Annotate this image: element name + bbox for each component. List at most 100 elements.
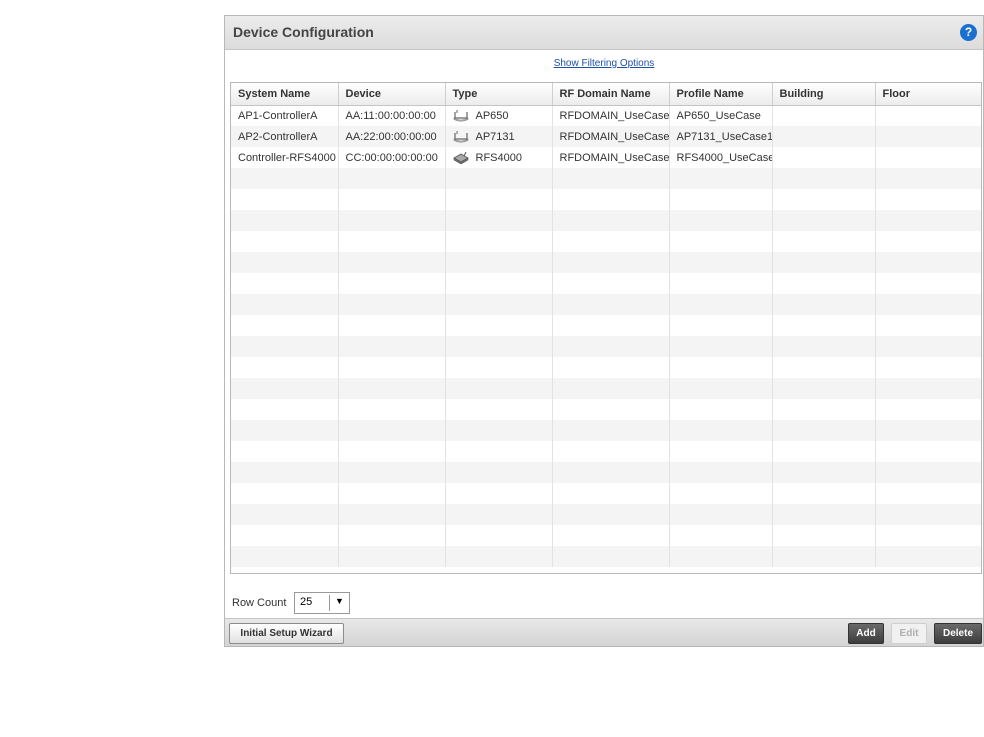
empty-cell xyxy=(445,483,553,504)
empty-cell xyxy=(552,273,670,294)
empty-cell xyxy=(338,546,446,567)
table-row[interactable]: AP2-ControllerA AA:22:00:00:00:00 AP7131… xyxy=(231,126,981,147)
empty-table-row xyxy=(231,357,981,378)
empty-cell xyxy=(445,252,553,273)
empty-cell xyxy=(338,357,446,378)
empty-cell xyxy=(669,315,773,336)
filter-options-row: Show Filtering Options xyxy=(225,58,983,69)
empty-cell xyxy=(445,273,553,294)
empty-cell xyxy=(875,336,981,357)
cell-type: RFS4000 xyxy=(445,147,553,168)
empty-cell xyxy=(552,420,670,441)
empty-table-row xyxy=(231,168,981,189)
empty-cell xyxy=(669,357,773,378)
empty-cell xyxy=(445,504,553,525)
initial-setup-wizard-button[interactable]: Initial Setup Wizard xyxy=(229,623,344,644)
table-row[interactable]: AP1-ControllerA AA:11:00:00:00:00 AP650 … xyxy=(231,105,981,126)
empty-cell xyxy=(772,168,876,189)
empty-cell xyxy=(875,483,981,504)
empty-cell xyxy=(669,168,773,189)
empty-cell xyxy=(772,399,876,420)
row-count-select[interactable]: 25 ▼ xyxy=(294,592,350,614)
empty-cell xyxy=(875,378,981,399)
table-row[interactable]: Controller-RFS4000 CC:00:00:00:00:00 RFS… xyxy=(231,147,981,168)
empty-cell xyxy=(772,336,876,357)
empty-cell xyxy=(552,189,670,210)
empty-cell xyxy=(875,189,981,210)
type-label: RFS4000 xyxy=(475,151,522,164)
empty-cell xyxy=(338,420,446,441)
empty-cell xyxy=(445,399,553,420)
access-point-icon xyxy=(453,130,469,143)
help-icon[interactable]: ? xyxy=(960,24,977,41)
empty-cell xyxy=(552,483,670,504)
column-header-device[interactable]: Device xyxy=(338,83,446,106)
empty-cell xyxy=(231,504,339,525)
column-header-rf-domain-name[interactable]: RF Domain Name xyxy=(552,83,670,106)
empty-cell xyxy=(772,315,876,336)
empty-cell xyxy=(552,336,670,357)
cell-floor xyxy=(875,105,981,126)
empty-cell xyxy=(445,294,553,315)
empty-cell xyxy=(669,420,773,441)
cell-type: AP650 xyxy=(445,105,553,126)
empty-cell xyxy=(669,546,773,567)
empty-table-row xyxy=(231,546,981,567)
column-header-floor[interactable]: Floor xyxy=(875,83,981,106)
chevron-down-icon[interactable]: ▼ xyxy=(335,596,344,606)
empty-table-row xyxy=(231,441,981,462)
device-table: System Name Device Type RF Domain Name P… xyxy=(230,82,982,574)
empty-cell xyxy=(445,357,553,378)
access-point-icon xyxy=(453,109,469,122)
cell-floor xyxy=(875,126,981,147)
empty-cell xyxy=(552,399,670,420)
empty-cell xyxy=(552,462,670,483)
empty-cell xyxy=(772,420,876,441)
empty-cell xyxy=(338,399,446,420)
column-header-type[interactable]: Type xyxy=(445,83,553,106)
show-filtering-options-link[interactable]: Show Filtering Options xyxy=(554,58,655,69)
empty-cell xyxy=(669,336,773,357)
empty-cell xyxy=(772,462,876,483)
delete-button[interactable]: Delete xyxy=(934,623,982,644)
cell-building xyxy=(772,147,876,168)
column-header-profile-name[interactable]: Profile Name xyxy=(669,83,773,106)
empty-cell xyxy=(338,168,446,189)
empty-cell xyxy=(669,462,773,483)
empty-cell xyxy=(875,168,981,189)
empty-cell xyxy=(231,357,339,378)
column-header-building[interactable]: Building xyxy=(772,83,876,106)
cell-building xyxy=(772,105,876,126)
empty-cell xyxy=(231,189,339,210)
cell-system-name: Controller-RFS4000 xyxy=(231,147,339,168)
empty-table-row xyxy=(231,420,981,441)
table-header-row: System Name Device Type RF Domain Name P… xyxy=(231,83,981,106)
cell-profile: AP650_UseCase xyxy=(669,105,773,126)
device-configuration-panel: Device Configuration ? Show Filtering Op… xyxy=(224,15,984,647)
empty-cell xyxy=(445,378,553,399)
empty-cell xyxy=(772,294,876,315)
empty-cell xyxy=(231,546,339,567)
empty-cell xyxy=(231,168,339,189)
empty-cell xyxy=(669,294,773,315)
empty-cell xyxy=(231,399,339,420)
empty-cell xyxy=(669,210,773,231)
cell-system-name: AP2-ControllerA xyxy=(231,126,339,147)
cell-device: CC:00:00:00:00:00 xyxy=(338,147,446,168)
select-divider xyxy=(329,595,330,611)
empty-cell xyxy=(875,294,981,315)
add-button[interactable]: Add xyxy=(848,623,884,644)
empty-table-row xyxy=(231,273,981,294)
page-title: Device Configuration xyxy=(233,24,374,40)
empty-cell xyxy=(338,252,446,273)
cell-system-name: AP1-ControllerA xyxy=(231,105,339,126)
empty-cell xyxy=(552,252,670,273)
empty-cell xyxy=(669,441,773,462)
empty-cell xyxy=(445,546,553,567)
empty-cell xyxy=(772,252,876,273)
column-header-system-name[interactable]: System Name xyxy=(231,83,339,106)
cell-building xyxy=(772,126,876,147)
empty-cell xyxy=(445,462,553,483)
empty-cell xyxy=(231,441,339,462)
edit-button[interactable]: Edit xyxy=(891,623,927,644)
